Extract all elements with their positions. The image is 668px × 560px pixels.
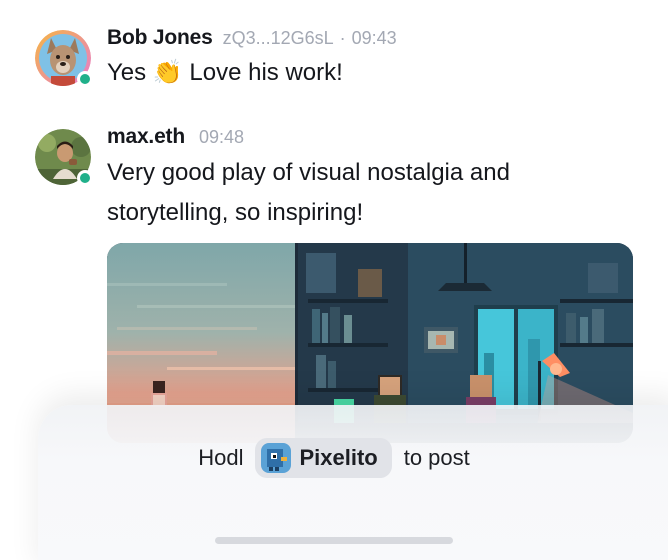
pixel-bird-icon (261, 443, 292, 473)
message-text: Very good play of visual nostalgia and s… (107, 153, 510, 233)
author-name[interactable]: Bob Jones (107, 26, 213, 49)
message-text-line: Very good play of visual nostalgia and (107, 159, 510, 186)
online-status-dot (77, 71, 93, 87)
message-time: 09:48 (198, 127, 245, 147)
token-gate-prefix: Hodl (198, 445, 244, 470)
online-status-dot (77, 170, 93, 186)
token-gate-suffix: to post (403, 445, 470, 470)
home-indicator[interactable] (215, 537, 453, 544)
clapping-hands-emoji: 👏 (152, 59, 183, 86)
message-text-line: storytelling, so inspiring! (107, 199, 364, 226)
message-text: Yes 👏 Love his work! (107, 53, 343, 93)
token-chip[interactable]: Pixelito (255, 438, 392, 478)
message-header: Bob Jones zQ3...12G6sL · 09:43 (107, 26, 397, 50)
avatar[interactable] (35, 30, 93, 87)
user-handle: zQ3...12G6sL (222, 28, 334, 48)
token-gate-message: Hodl Pixelito to post (0, 438, 668, 478)
token-name: Pixelito (299, 445, 378, 470)
message-header: max.eth 09:48 (107, 125, 244, 149)
message-time: 09:43 (351, 28, 397, 48)
message-text-end: Love his work! (189, 59, 343, 86)
avatar[interactable] (35, 129, 93, 186)
meta-separator: · (339, 28, 346, 48)
author-name[interactable]: max.eth (107, 125, 185, 148)
message-text-start: Yes (107, 59, 147, 86)
